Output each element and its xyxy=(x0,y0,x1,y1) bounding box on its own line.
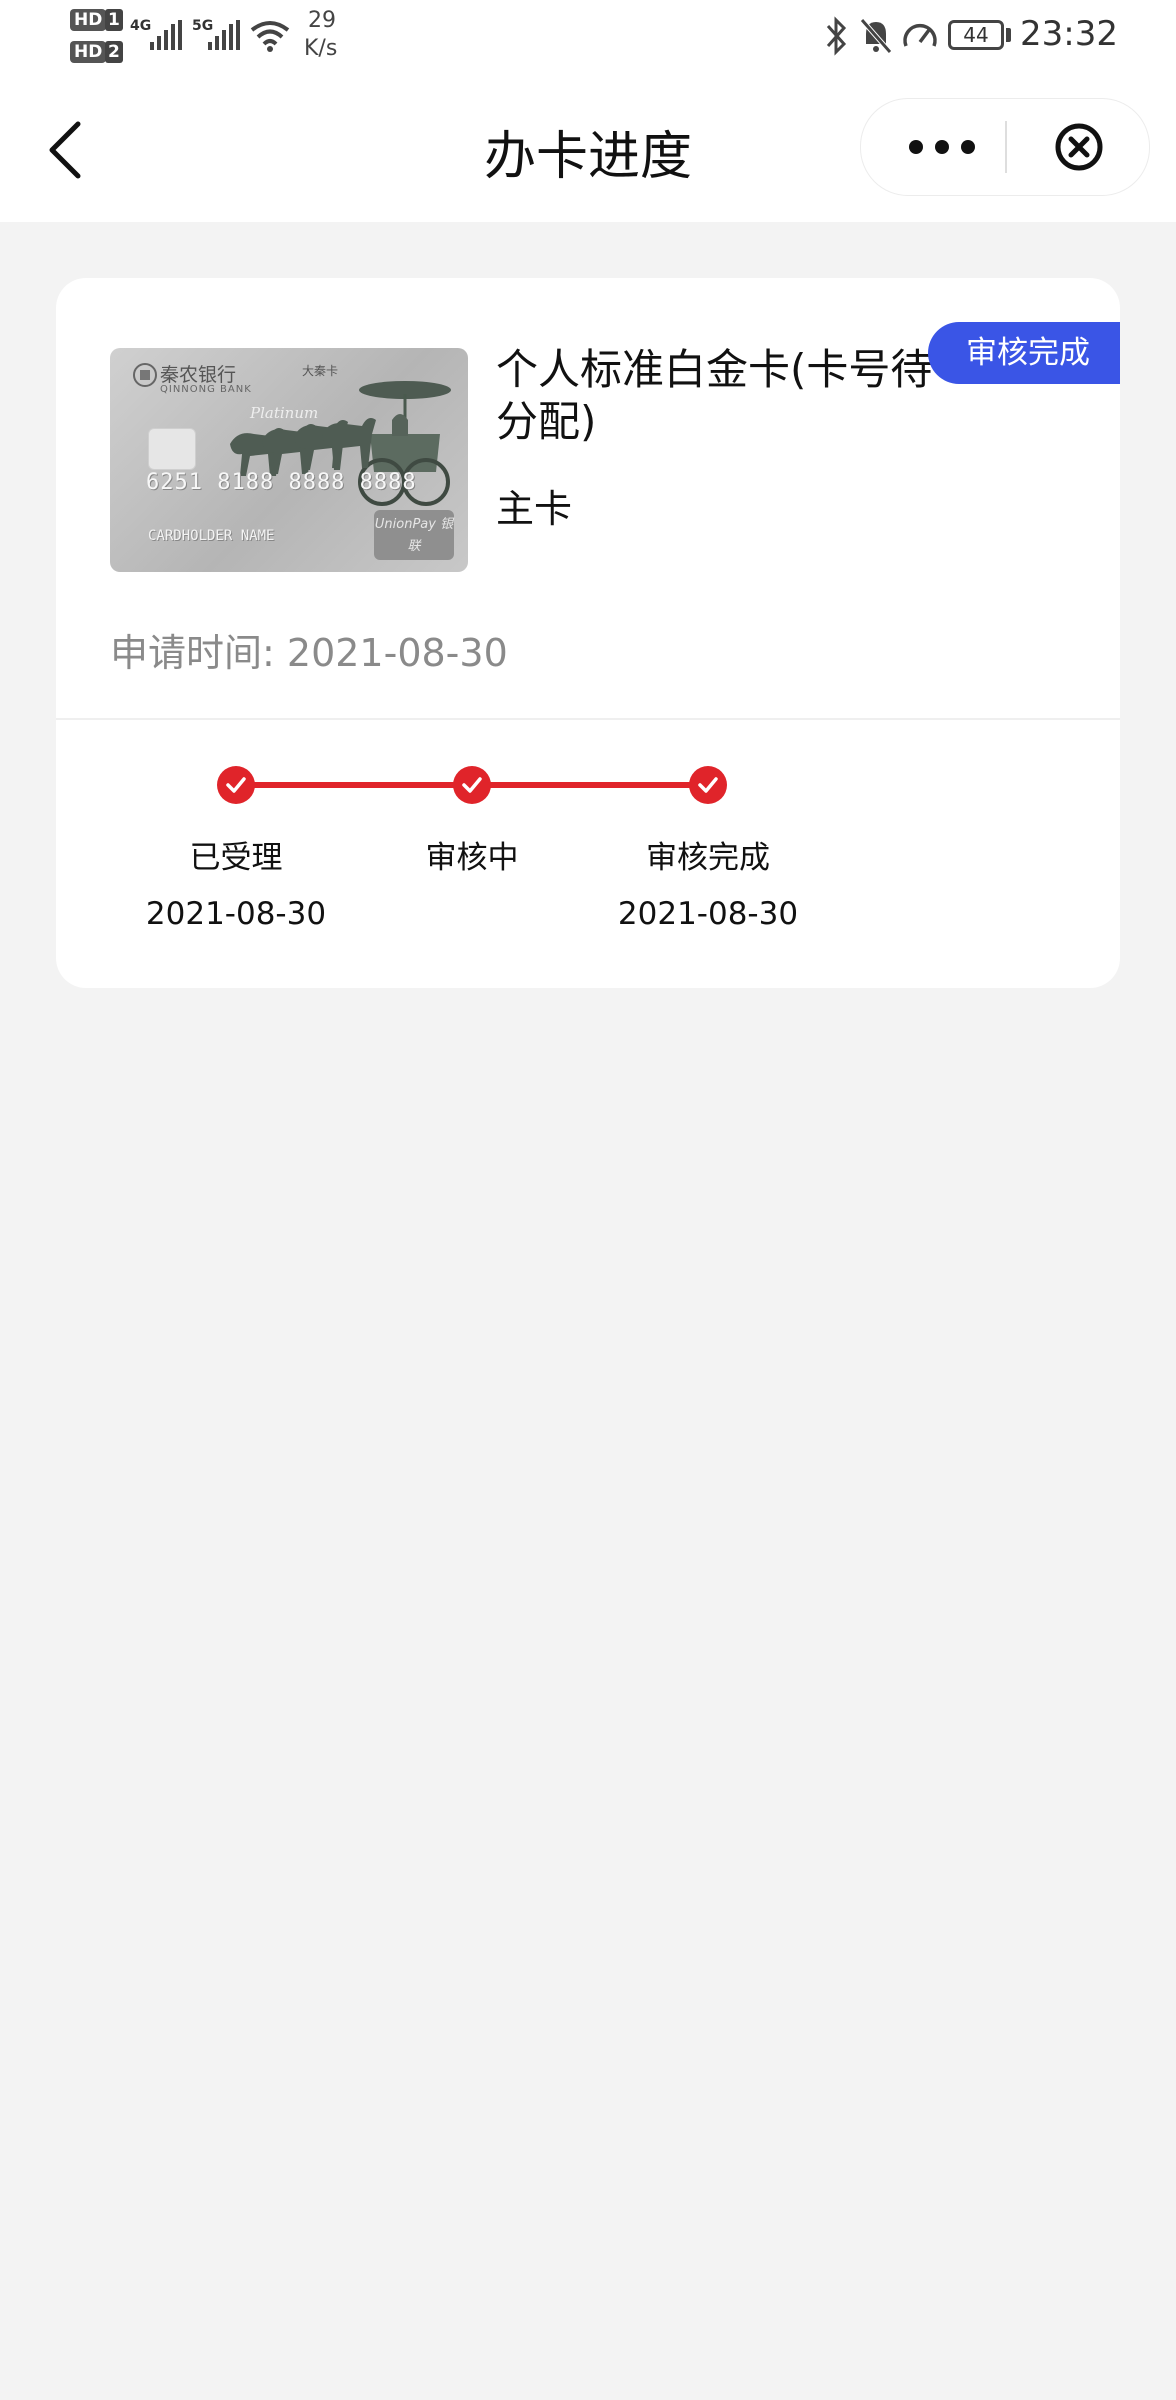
signal-icon-2 xyxy=(208,20,240,50)
speed-gauge-icon xyxy=(903,23,937,47)
more-dots-icon[interactable] xyxy=(899,123,985,171)
step-date-approved: 2021-08-30 xyxy=(617,896,799,932)
capsule-divider xyxy=(1005,121,1007,173)
unionpay-logo: UnionPay 银联 xyxy=(374,510,454,560)
hd1-indicator: HD xyxy=(70,9,107,31)
navigation-bar: 办卡进度 xyxy=(0,76,1176,222)
battery-tip xyxy=(1006,28,1011,42)
hd2-indicator: HD xyxy=(70,41,107,63)
apply-time-value: 2021-08-30 xyxy=(286,631,508,675)
step-label-reviewing: 审核中 xyxy=(425,840,519,876)
battery-icon: 44 xyxy=(948,20,1004,50)
progress-steps: 已受理 2021-08-30 审核中 审核完成 2021-08-30 xyxy=(56,720,1120,988)
bank-card-image: 秦农银行 QINNONG BANK 大秦卡 Platinum 6251 8188… xyxy=(110,348,468,572)
card-product-name: 个人标准白金卡(卡号待分配) xyxy=(496,345,933,446)
application-card: 秦农银行 QINNONG BANK 大秦卡 Platinum 6251 8188… xyxy=(56,278,1120,988)
step-label-accepted: 已受理 xyxy=(189,840,283,876)
card-chip xyxy=(148,428,196,470)
signal-icon xyxy=(150,20,182,50)
sim1-number: 1 xyxy=(105,9,123,31)
card-number: 6251 8188 8888 8888 xyxy=(146,470,417,495)
battery-level: 44 xyxy=(963,23,989,47)
step-label-approved: 审核完成 xyxy=(646,840,770,876)
status-bar: HD 1 HD 2 4G 5G 29 K/s 44 23:32 xyxy=(0,0,1176,76)
sim2-number: 2 xyxy=(105,41,123,63)
check-circle-icon xyxy=(453,766,491,804)
progress-line-1 xyxy=(236,782,472,788)
mute-bell-icon xyxy=(860,18,892,54)
close-circle-icon[interactable] xyxy=(1051,119,1107,175)
wifi-icon xyxy=(250,21,290,52)
network-speed: 29 xyxy=(308,8,336,33)
progress-line-2 xyxy=(472,782,708,788)
cardholder-name: CARDHOLDER NAME xyxy=(148,528,275,544)
apply-time-label: 申请时间: xyxy=(110,631,275,675)
step-date-accepted: 2021-08-30 xyxy=(145,896,327,932)
check-circle-icon xyxy=(217,766,255,804)
card-tier: Platinum xyxy=(250,404,319,422)
bank-logo-icon xyxy=(133,363,157,387)
network-speed-unit: K/s xyxy=(304,36,338,61)
card-type: 主卡 xyxy=(496,487,573,531)
mini-program-capsule xyxy=(860,98,1150,196)
status-badge: 审核完成 xyxy=(928,322,1120,384)
apply-time: 申请时间: 2021-08-30 xyxy=(110,622,508,677)
bluetooth-icon xyxy=(826,16,847,56)
network-4g-label: 4G xyxy=(130,18,152,34)
check-circle-icon xyxy=(689,766,727,804)
clock: 23:32 xyxy=(1020,14,1118,54)
